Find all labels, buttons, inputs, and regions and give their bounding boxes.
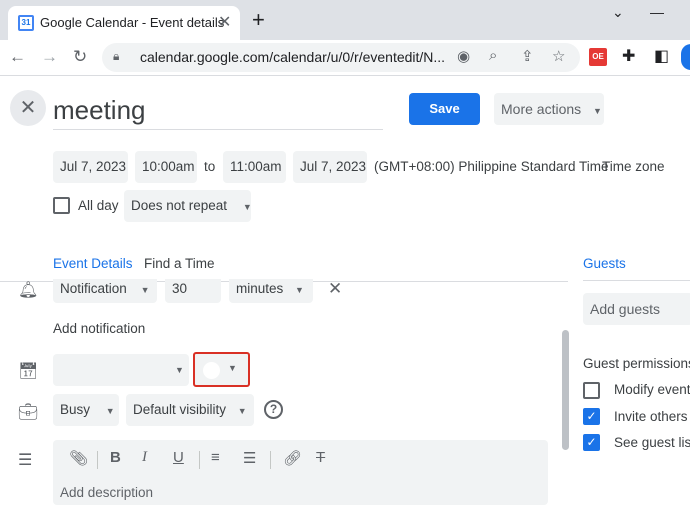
save-button[interactable]: Save — [409, 93, 480, 125]
toolbar-separator — [97, 451, 98, 469]
tab-event-details[interactable]: Event Details — [53, 256, 133, 271]
start-date-chip[interactable]: Jul 7, 2023 — [53, 151, 128, 183]
profile-avatar[interactable] — [681, 44, 690, 70]
guests-divider — [583, 280, 690, 281]
minimize-icon[interactable]: — — [650, 4, 664, 20]
link-icon[interactable]: 🔗︎ — [283, 449, 302, 467]
caret-down-icon: ▼ — [242, 202, 252, 212]
add-guests-input[interactable]: Add guests — [583, 293, 690, 325]
notification-unit-select[interactable]: minutes ▼ — [229, 279, 313, 303]
zoom-icon[interactable]: ⌕ — [489, 47, 497, 64]
more-actions-button[interactable]: More actions ▼ — [494, 93, 604, 125]
modify-event-checkbox[interactable] — [583, 382, 600, 399]
chevron-down-icon[interactable]: ⌄ — [612, 4, 624, 21]
remove-formatting-icon[interactable]: T — [316, 449, 325, 466]
recurrence-value: Does not repeat — [131, 198, 228, 213]
share-icon[interactable]: ⇪ — [521, 47, 534, 65]
caret-down-icon: ▼ — [105, 406, 115, 416]
eye-icon[interactable]: ◉ — [457, 47, 470, 65]
calendar-icon: 📅︎ — [18, 363, 39, 380]
attachment-icon[interactable]: 📎︎ — [69, 449, 88, 467]
reload-icon[interactable]: ↻ — [73, 47, 87, 67]
notification-type-value: Notification — [60, 281, 127, 296]
caret-down-icon: ▼ — [295, 285, 304, 295]
help-icon[interactable]: ? — [264, 400, 283, 419]
notification-value-input[interactable]: 30 — [165, 279, 221, 303]
availability-select[interactable]: Busy ▼ — [53, 394, 119, 426]
tab-find-a-time[interactable]: Find a Time — [144, 256, 215, 271]
visibility-select[interactable]: Default visibility ▼ — [126, 394, 254, 426]
event-color-select[interactable]: ▼ — [193, 352, 250, 387]
side-panel-icon[interactable]: ◧ — [654, 46, 669, 66]
caret-down-icon: ▼ — [175, 365, 184, 375]
close-button[interactable]: ✕ — [10, 90, 46, 126]
toolbar-separator — [199, 451, 200, 469]
url-text[interactable]: calendar.google.com/calendar/u/0/r/event… — [140, 49, 450, 65]
modify-event-label: Modify event — [614, 382, 690, 397]
end-time-chip[interactable]: 11:00am — [223, 151, 286, 183]
description-editor[interactable]: 📎︎ B I U ≡ ☰ 🔗︎ T Add description — [53, 440, 548, 505]
notification-unit-value: minutes — [236, 281, 284, 296]
puzzle-icon[interactable]: ✚ — [622, 46, 635, 66]
extension-oe-icon[interactable]: OE — [589, 48, 607, 66]
more-actions-label: More actions — [501, 101, 582, 117]
new-tab-icon[interactable]: + — [252, 7, 265, 33]
remove-notification-icon[interactable]: ✕ — [328, 279, 342, 299]
see-guest-list-checkbox[interactable]: ✓ — [583, 434, 600, 451]
calendar-select[interactable]: ▼ — [53, 354, 189, 386]
guests-title[interactable]: Guests — [583, 256, 626, 271]
event-title-input[interactable] — [53, 92, 383, 130]
bulleted-list-icon[interactable]: ☰ — [243, 449, 256, 467]
tab-close-icon[interactable]: ✕ — [218, 12, 231, 32]
description-icon: ☰ — [18, 452, 33, 469]
guest-permissions-label: Guest permissions — [583, 356, 690, 371]
description-placeholder: Add description — [60, 485, 154, 500]
bell-icon: 🔔︎ — [18, 282, 39, 299]
lock-icon[interactable]: 🔒︎ — [113, 49, 119, 64]
caret-down-icon: ▼ — [593, 106, 602, 116]
caret-down-icon: ▼ — [228, 363, 237, 373]
italic-icon[interactable]: I — [142, 449, 147, 466]
time-zone-link[interactable]: Time zone — [602, 159, 665, 174]
caret-down-icon: ▼ — [140, 285, 150, 295]
bold-icon[interactable]: B — [110, 449, 121, 466]
close-icon: ✕ — [19, 97, 37, 119]
notification-type-select[interactable]: Notification ▼ — [53, 279, 157, 303]
color-swatch — [203, 362, 220, 379]
see-guest-list-label: See guest list — [614, 435, 690, 450]
caret-down-icon: ▼ — [237, 406, 247, 416]
invite-others-label: Invite others — [614, 409, 688, 424]
star-icon[interactable]: ☆ — [552, 47, 565, 65]
calendar-favicon-icon: 31 — [18, 15, 34, 31]
tab-title: Google Calendar - Event details — [40, 15, 225, 30]
scrollbar-thumb[interactable] — [562, 330, 569, 450]
underline-icon[interactable]: U — [173, 449, 184, 466]
all-day-label: All day — [78, 198, 119, 213]
visibility-value: Default visibility — [133, 402, 227, 417]
back-arrow-icon[interactable]: ← — [9, 47, 26, 67]
briefcase-icon: 💼︎ — [18, 404, 39, 421]
start-time-chip[interactable]: 10:00am — [135, 151, 197, 183]
numbered-list-icon[interactable]: ≡ — [211, 449, 220, 466]
add-notification-link[interactable]: Add notification — [53, 321, 145, 336]
invite-others-checkbox[interactable]: ✓ — [583, 408, 600, 425]
toolbar-separator — [270, 451, 271, 469]
browser-tab[interactable]: 31 Google Calendar - Event details ✕ — [8, 6, 240, 40]
all-day-checkbox[interactable] — [53, 197, 70, 214]
forward-arrow-icon[interactable]: → — [41, 47, 58, 67]
to-label: to — [204, 159, 216, 174]
end-date-chip[interactable]: Jul 7, 2023 — [293, 151, 367, 183]
timezone-text[interactable]: (GMT+08:00) Philippine Standard Time — [374, 159, 609, 174]
availability-value: Busy — [60, 402, 91, 417]
recurrence-select[interactable]: Does not repeat ▼ — [124, 190, 252, 222]
